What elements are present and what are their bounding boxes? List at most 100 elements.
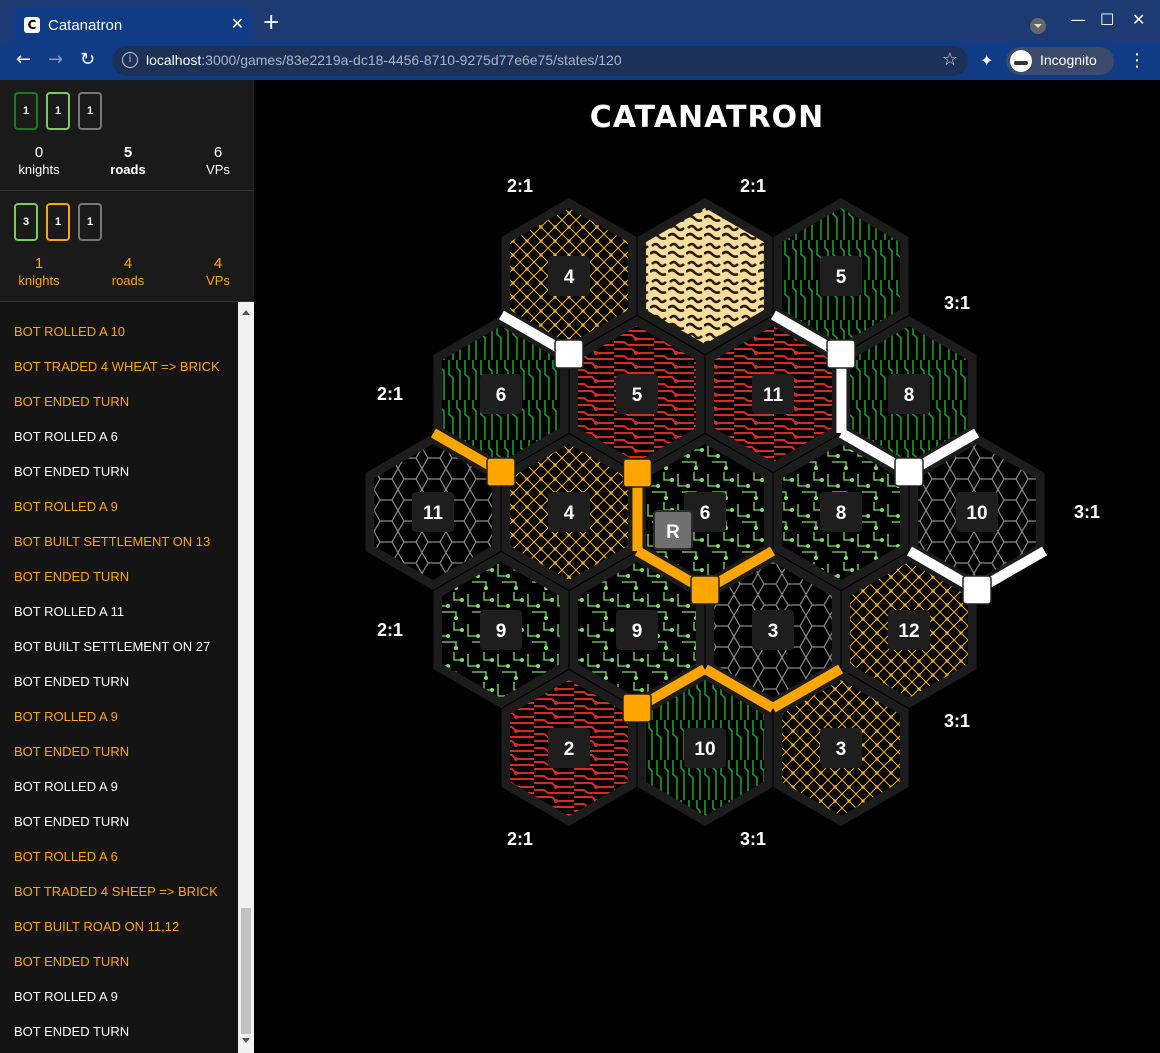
log-entry: BOT ROLLED A 6 [14,849,118,864]
number-token-label: 4 [564,267,575,288]
log-entry: BOT BUILT ROAD ON 11,12 [14,919,180,934]
game-board-area: 4 5 6 5 11 8 11 4 6 8 10 9 9 3 12 2 10 3 R 2:1 2:1 3:1 2:1 3:1… [254,80,1160,1053]
roads-stat: 5 roads [83,144,173,177]
browser-titlebar: C Catanatron ✕ + — ☐ ✕ [0,0,1160,42]
knights-label: knights [18,273,60,288]
catanatron-favicon-icon: C [24,17,40,33]
log-entry: BOT ROLLED A 10 [14,324,126,339]
resource-card: 1 [78,203,102,241]
new-tab-icon[interactable]: + [262,12,280,34]
log-entry: BOT ENDED TURN [14,569,130,584]
log-entry: BOT ROLLED A 9 [14,709,118,724]
settlement[interactable] [622,693,652,723]
catan-board: 4 5 6 5 11 8 11 4 6 8 10 9 9 3 12 2 10 3 R 2:1 2:1 3:1 2:1 3:1… [365,176,1100,849]
number-token-label: 4 [564,503,575,524]
robber-label: R [666,522,680,543]
number-token-label: 5 [632,385,643,406]
number-token-label: 10 [694,739,715,760]
settlement[interactable] [962,575,992,605]
log-entry: BOT BUILT SETTLEMENT ON 13 [14,534,211,549]
port-label: 2:1 [377,620,403,640]
browser-menu-icon[interactable]: ⋮ [1128,50,1146,71]
resource-card: 1 [78,92,102,130]
log-entry: BOT ENDED TURN [14,744,130,759]
incognito-icon [1010,50,1032,72]
log-entry: BOT ENDED TURN [14,1024,130,1039]
vps-count: 6 [213,144,223,161]
roads-label: roads [110,162,146,177]
number-token-label: 2 [564,739,575,760]
close-window-icon[interactable]: ✕ [1132,10,1145,29]
roads-count: 4 [123,255,133,272]
reload-icon[interactable]: ↻ [80,49,95,70]
number-token-label: 10 [966,503,987,524]
number-token-label: 8 [836,503,847,524]
number-token-label: 9 [496,621,507,642]
resource-card: 1 [46,203,70,241]
roads-stat: 4 roads [83,255,173,288]
settlement[interactable] [486,457,516,487]
vps-count: 4 [213,255,223,272]
robber[interactable]: R [653,510,693,550]
port-label: 3:1 [740,829,766,849]
sidebar: 1 1 1 0 knights 5 roads 6 VPs 3 1 1 1 knight… [0,80,254,1053]
forward-icon[interactable]: → [48,49,63,70]
close-tab-icon[interactable]: ✕ [231,14,244,33]
log-entry: BOT TRADED 4 WHEAT => BRICK [14,359,220,374]
vps-stat: 4 VPs [173,255,263,288]
roads-label: roads [111,273,145,288]
log-entry: BOT BUILT SETTLEMENT ON 27 [14,639,211,654]
log-entry: BOT ENDED TURN [14,464,130,479]
settlement[interactable] [826,339,856,369]
bookmark-star-icon[interactable]: ☆ [942,49,958,70]
settlement[interactable] [554,339,584,369]
knights-count: 0 [34,144,44,161]
address-bar[interactable]: i localhost:3000/games/83e2219a-dc18-445… [112,46,968,76]
site-info-icon[interactable]: i [122,52,138,68]
game-log[interactable]: BOT ROLLED A 10 BOT TRADED 4 WHEAT => BRI… [0,302,238,1053]
url-host: localhost [146,52,202,68]
knights-label: knights [18,162,60,177]
vps-label: VPs [206,273,230,288]
port-label: 3:1 [944,711,970,731]
maximize-icon[interactable]: ☐ [1100,10,1114,29]
scroll-thumb[interactable] [241,908,251,1034]
port-label: 2:1 [740,176,766,196]
url-text[interactable]: localhost:3000/games/83e2219a-dc18-4456-… [146,52,622,68]
resource-card: 1 [46,92,70,130]
browser-toolbar: ← → ↻ i localhost:3000/games/83e2219a-dc… [0,42,1160,80]
scroll-down-arrow-icon[interactable] [242,1038,250,1047]
extensions-icon[interactable]: ✦ [980,51,993,70]
incognito-badge[interactable]: Incognito [1006,47,1114,75]
settlement[interactable] [622,458,653,488]
number-token-label: 8 [904,385,915,406]
number-token-label: 6 [700,503,711,524]
settlement[interactable] [894,457,924,487]
log-entry: BOT ROLLED A 6 [14,429,118,444]
number-token-label: 6 [496,385,507,406]
knights-count: 1 [34,255,44,272]
browser-tab[interactable]: C Catanatron ✕ [12,8,252,42]
log-entry: BOT ENDED TURN [14,394,130,409]
log-entry: BOT TRADED 4 SHEEP => BRICK [14,884,218,899]
log-entry: BOT ROLLED A 9 [14,499,118,514]
scroll-up-arrow-icon[interactable] [242,306,250,315]
log-scrollbar[interactable] [238,302,254,1053]
number-token-label: 5 [836,267,847,288]
back-icon[interactable]: ← [16,49,31,70]
url-path: :3000/games/83e2219a-dc18-4456-8710-9275… [201,52,622,68]
settlement[interactable] [690,575,720,605]
minimize-icon[interactable]: — [1070,10,1086,29]
profile-dropdown-icon[interactable] [1030,18,1046,34]
number-token-label: 12 [898,621,919,642]
log-entry: BOT ROLLED A 11 [14,604,125,619]
port-label: 2:1 [377,384,403,404]
number-token-label: 11 [763,385,784,406]
knights-stat: 0 knights [0,144,84,177]
log-entry: BOT ENDED TURN [14,674,130,689]
roads-count: 5 [123,144,133,161]
port-label: 2:1 [507,829,533,849]
resource-card: 3 [14,203,38,241]
log-entry: BOT ROLLED A 9 [14,989,118,1004]
incognito-label: Incognito [1040,52,1097,68]
